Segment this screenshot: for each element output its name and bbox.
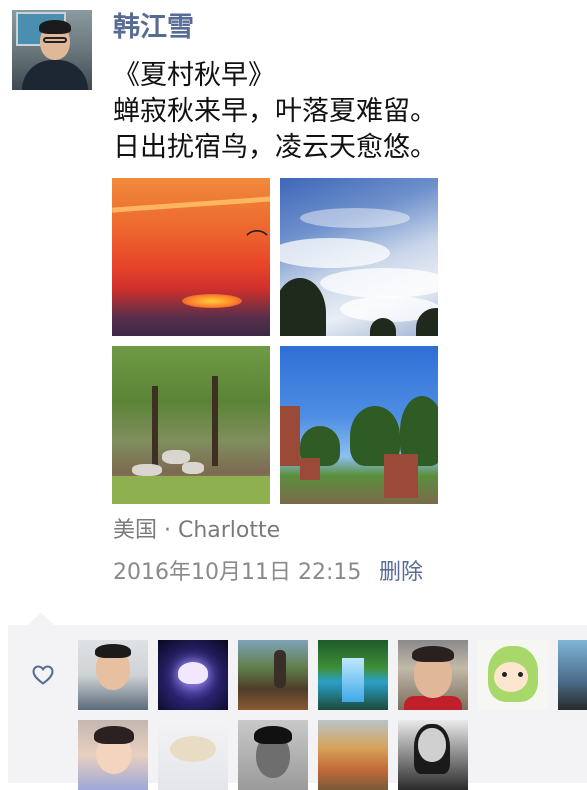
liker-avatar[interactable] [158, 640, 228, 710]
heart-outline-icon [32, 665, 54, 685]
poem-line: 日出扰宿鸟，凌云天愈悠。 [113, 132, 437, 163]
photo-clouds[interactable] [280, 178, 438, 336]
photo-sunset[interactable]: ⌒ [112, 178, 270, 336]
liker-avatar[interactable] [238, 640, 308, 710]
liker-avatar[interactable] [238, 720, 308, 790]
liker-avatar[interactable] [318, 640, 388, 710]
liker-avatar[interactable] [478, 640, 548, 710]
liker-avatar[interactable] [318, 720, 388, 790]
author-avatar[interactable] [12, 10, 92, 90]
photo-garden[interactable] [112, 346, 270, 504]
liker-avatar[interactable] [398, 640, 468, 710]
likes-pointer [28, 612, 54, 625]
poem-title: 《夏村秋早》 [113, 60, 275, 91]
liker-avatar[interactable] [78, 720, 148, 790]
post-text: 《夏村秋早》 蝉寂秋来早，叶落夏难留。 日出扰宿鸟，凌云天愈悠。 [113, 58, 437, 166]
liker-avatar[interactable] [398, 720, 468, 790]
post-timestamp: 2016年10月11日 22:15 [113, 560, 362, 585]
poem-line: 蝉寂秋来早，叶落夏难留。 [113, 96, 437, 127]
location-link[interactable]: 美国 · Charlotte [113, 516, 280, 546]
bird-icon: ⌒ [246, 230, 269, 255]
liker-avatar[interactable] [158, 720, 228, 790]
liker-avatar[interactable] [78, 640, 148, 710]
photo-park[interactable] [280, 346, 438, 504]
delete-button[interactable]: 删除 [379, 558, 423, 588]
liker-avatar[interactable] [558, 640, 587, 710]
author-name[interactable]: 韩江雪 [113, 10, 194, 46]
